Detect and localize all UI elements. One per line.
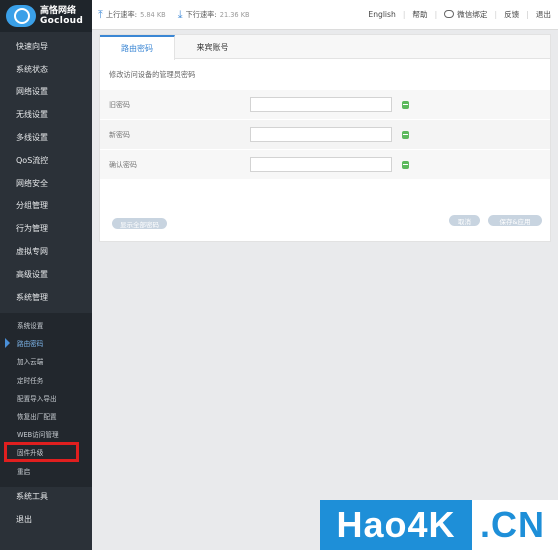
nav-item-advanced-settings[interactable]: 高级设置 [0, 263, 92, 286]
nav-item-behavior-management[interactable]: 行为管理 [0, 217, 92, 240]
watermark: Hao4K .CN [320, 500, 558, 550]
watermark-left: Hao4K [320, 500, 472, 550]
main-nav: 快速向导 系统状态 网络设置 无线设置 多线设置 QoS流控 网络安全 分组管理… [0, 35, 92, 309]
subnav-item-router-password[interactable]: 路由密码 [0, 334, 92, 352]
watermark-right: .CN [480, 504, 545, 545]
old-password-label: 旧密码 [109, 100, 130, 109]
subnav-item-config-import-export[interactable]: 配置导入导出 [0, 389, 92, 407]
nav-item-vpn[interactable]: 虚拟专网 [0, 240, 92, 263]
router-password-panel: 路由密码 来宾账号 修改访问设备的管理员密码 旧密码 新密码 确认密码 显示全部… [99, 34, 551, 242]
subnav-item-system-settings[interactable]: 系统设置 [0, 316, 92, 334]
upload-rate: ⤒ 上行速率: 5.84 KB [98, 9, 166, 20]
download-rate: ⤓ 下行速率: 21.36 KB [178, 9, 250, 20]
nav-item-system-tools[interactable]: 系统工具 [0, 485, 92, 508]
upload-rate-value: 5.84 KB [140, 10, 166, 19]
nav-item-qos[interactable]: QoS流控 [0, 149, 92, 172]
nav-item-network-settings[interactable]: 网络设置 [0, 81, 92, 104]
bottom-nav: 系统工具 退出 [0, 485, 92, 531]
nav-item-group-management[interactable]: 分组管理 [0, 195, 92, 218]
new-password-row: 新密码 [100, 119, 550, 149]
new-password-label: 新密码 [109, 130, 130, 139]
nav-item-wireless-settings[interactable]: 无线设置 [0, 103, 92, 126]
wechat-bind-link[interactable]: 微信绑定 [437, 9, 494, 20]
wechat-icon [444, 10, 455, 18]
confirm-password-label: 确认密码 [109, 160, 137, 169]
download-arrow-icon: ⤓ [177, 8, 183, 21]
topbar: ⤒ 上行速率: 5.84 KB ⤓ 下行速率: 21.36 KB English… [92, 0, 558, 30]
download-rate-label: 下行速率: [185, 9, 217, 19]
english-link[interactable]: English [361, 10, 402, 19]
top-links: English | 帮助 | 微信绑定 | 反馈 | 退出 [361, 9, 558, 20]
subnav-item-scheduled-tasks[interactable]: 定时任务 [0, 371, 92, 389]
show-password-icon[interactable] [402, 160, 409, 169]
new-password-input[interactable] [250, 127, 392, 142]
subnav-item-reboot[interactable]: 重启 [0, 462, 92, 480]
show-all-passwords-button[interactable]: 显示全部密码 [112, 218, 167, 229]
cancel-button[interactable]: 取消 [449, 215, 480, 226]
wechat-bind-label: 微信绑定 [457, 10, 488, 19]
sidebar: 高恪网络 Gocloud 快速向导 系统状态 网络设置 无线设置 多线设置 Qo… [0, 0, 92, 550]
subnav-item-web-access[interactable]: WEB访问管理 [0, 425, 92, 443]
cloud-logo-icon [6, 5, 36, 27]
download-rate-value: 21.36 KB [219, 10, 250, 19]
active-arrow-icon [5, 338, 10, 349]
confirm-password-input[interactable] [250, 157, 392, 172]
nav-item-system-management[interactable]: 系统管理 [0, 286, 92, 309]
tab-guest-account[interactable]: 来宾账号 [175, 35, 250, 59]
old-password-row: 旧密码 [100, 89, 550, 119]
brand-name-en: Gocloud [40, 15, 84, 26]
subnav-item-factory-reset[interactable]: 恢复出厂配置 [0, 407, 92, 425]
panel-tabs: 路由密码 来宾账号 [100, 35, 550, 60]
show-password-icon[interactable] [402, 130, 409, 139]
help-link[interactable]: 帮助 [405, 9, 434, 20]
subnav-item-label: 路由密码 [17, 340, 44, 349]
show-password-icon[interactable] [402, 100, 409, 109]
upload-arrow-icon: ⤒ [98, 8, 103, 21]
feedback-link[interactable]: 反馈 [497, 9, 526, 20]
nav-item-network-security[interactable]: 网络安全 [0, 172, 92, 195]
logout-link[interactable]: 退出 [529, 9, 558, 20]
save-apply-button[interactable]: 保存&应用 [488, 215, 542, 226]
logo: 高恪网络 Gocloud [0, 0, 92, 32]
section-description: 修改访问设备的管理员密码 [109, 70, 196, 79]
nav-item-multiline-settings[interactable]: 多线设置 [0, 126, 92, 149]
subnav-item-join-cloud[interactable]: 加入云端 [0, 352, 92, 370]
old-password-input[interactable] [250, 97, 392, 112]
nav-item-quick-guide[interactable]: 快速向导 [0, 35, 92, 58]
tab-router-password[interactable]: 路由密码 [100, 35, 175, 60]
confirm-password-row: 确认密码 [100, 149, 550, 179]
nav-item-logout[interactable]: 退出 [0, 508, 92, 531]
upload-rate-label: 上行速率: [105, 9, 138, 19]
firmware-upgrade-highlight [4, 442, 79, 462]
brand-name-cn: 高恪网络 [40, 5, 77, 16]
nav-item-system-status[interactable]: 系统状态 [0, 58, 92, 81]
